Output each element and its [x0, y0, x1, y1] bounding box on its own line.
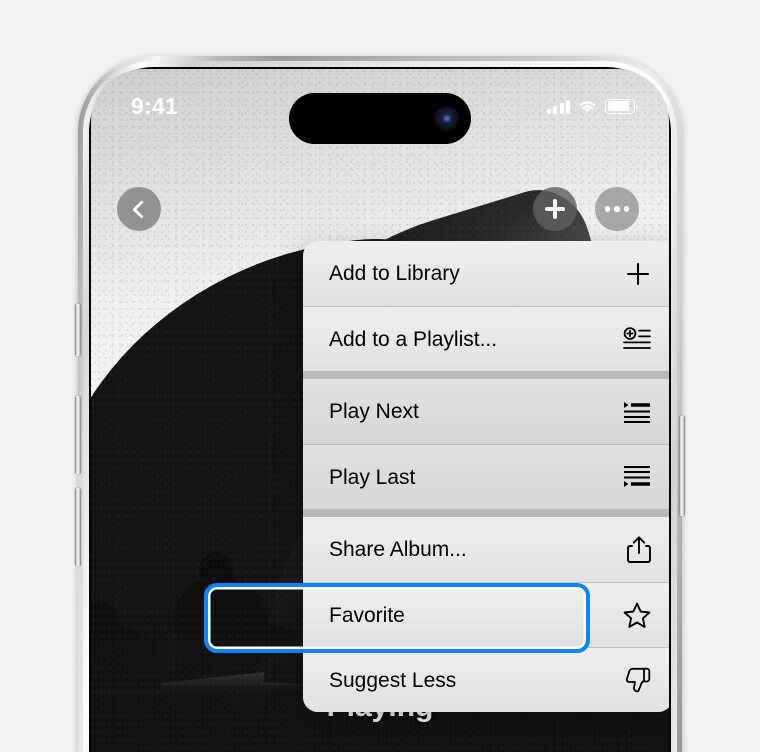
context-menu: Add to Library Add to a Playlist... Play… — [303, 241, 669, 712]
chevron-left-icon — [131, 199, 151, 219]
play-last-icon — [621, 463, 651, 491]
star-outline-icon — [621, 601, 651, 629]
menu-item-share-album[interactable]: Share Album... — [303, 517, 669, 582]
add-button[interactable] — [533, 187, 577, 231]
menu-item-label: Play Last — [329, 465, 416, 489]
front-camera-icon — [434, 106, 459, 131]
play-next-icon — [621, 398, 651, 426]
back-button[interactable] — [117, 187, 161, 231]
battery-icon — [605, 98, 638, 114]
volume-up-button[interactable] — [75, 396, 81, 474]
plus-icon — [621, 260, 651, 288]
iphone-device-frame: 9:41 Add to Library Add to a Playlist...… — [75, 56, 685, 752]
plus-icon — [545, 199, 565, 219]
status-bar-indicators — [546, 98, 638, 114]
menu-item-add-to-library[interactable]: Add to Library — [303, 241, 669, 306]
add-to-playlist-icon — [621, 325, 651, 353]
menu-item-label: Share Album... — [329, 538, 467, 561]
device-screen: 9:41 Add to Library Add to a Playlist...… — [91, 69, 669, 752]
side-power-button[interactable] — [679, 416, 685, 516]
dynamic-island — [289, 93, 471, 144]
menu-item-label: Add to a Playlist... — [329, 327, 498, 351]
menu-item-label: Add to Library — [329, 262, 460, 285]
menu-item-play-next[interactable]: Play Next — [303, 379, 669, 444]
thumbs-down-icon — [621, 666, 651, 694]
ellipsis-icon — [604, 206, 630, 212]
menu-item-add-to-a-playlist[interactable]: Add to a Playlist... — [303, 306, 669, 371]
menu-item-label: Play Next — [329, 400, 419, 423]
share-icon — [621, 535, 651, 564]
screenshot-stage: 9:41 Add to Library Add to a Playlist...… — [0, 0, 760, 752]
wifi-icon — [579, 100, 596, 113]
action-button[interactable] — [75, 304, 81, 356]
more-options-button[interactable] — [595, 187, 639, 231]
menu-item-favorite[interactable]: Favorite — [303, 582, 669, 647]
menu-item-label: Favorite — [329, 603, 405, 627]
status-bar-clock: 9:41 — [131, 92, 178, 119]
menu-item-label: Suggest Less — [329, 668, 457, 692]
menu-item-play-last[interactable]: Play Last — [303, 444, 669, 509]
menu-item-suggest-less[interactable]: Suggest Less — [303, 647, 669, 712]
cellular-bars-icon — [546, 99, 570, 114]
volume-down-button[interactable] — [75, 488, 81, 566]
menu-group-separator — [303, 371, 669, 379]
menu-group-separator — [303, 509, 669, 517]
